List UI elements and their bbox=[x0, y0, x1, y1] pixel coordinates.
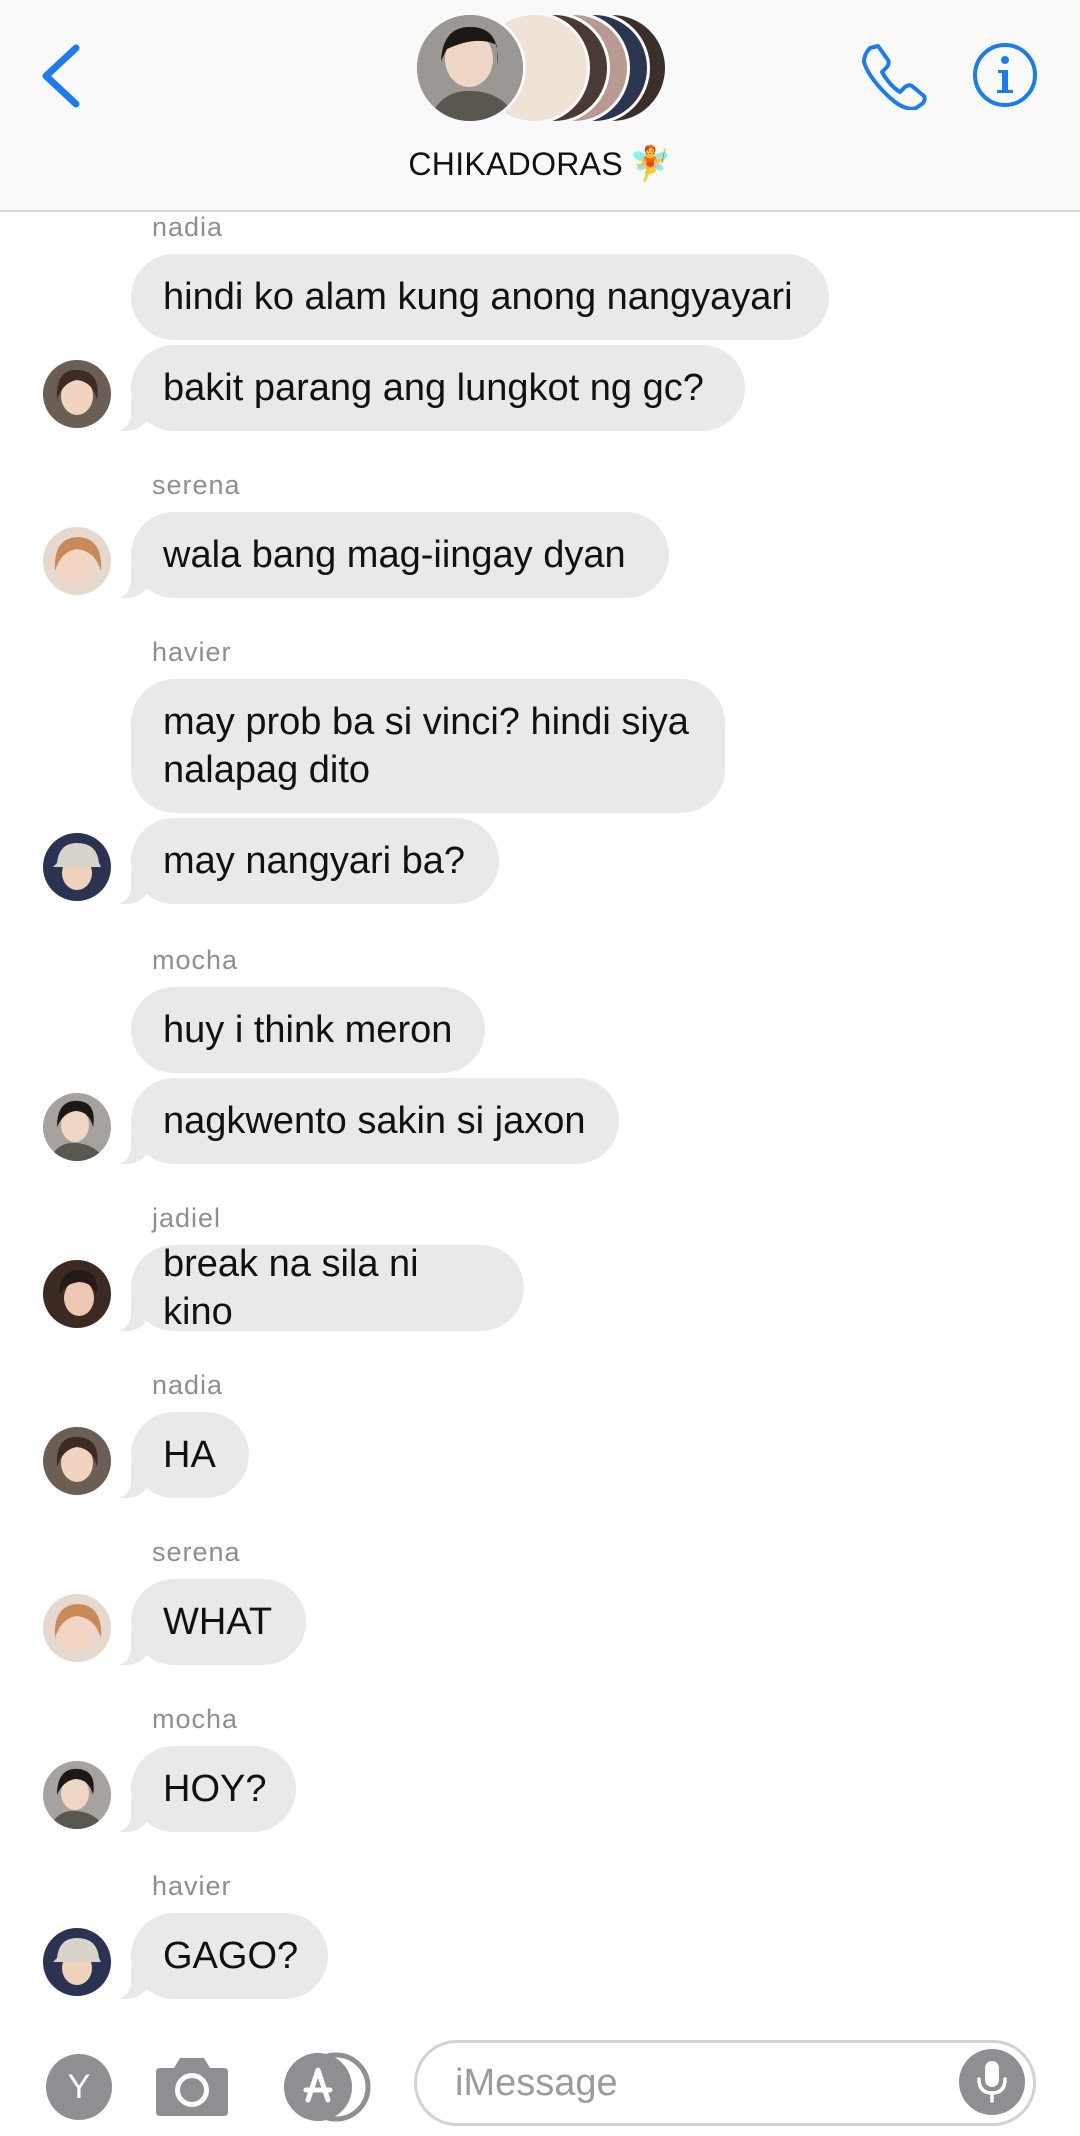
phone-icon bbox=[862, 44, 927, 111]
message-bubble[interactable]: HA bbox=[101, 1412, 249, 1499]
group-name: CHIKADORAS bbox=[408, 146, 623, 182]
call-button[interactable] bbox=[860, 40, 930, 111]
conversation-header: CHIKADORAS 🧚 bbox=[0, 0, 1080, 212]
avatar[interactable] bbox=[43, 833, 111, 901]
dictation-button[interactable] bbox=[959, 2049, 1025, 2115]
sender-name: serena bbox=[152, 1537, 241, 1567]
message-bubble[interactable]: break na sila ni kino bbox=[101, 1243, 524, 1333]
avatar[interactable] bbox=[43, 1928, 111, 1996]
message-bubble[interactable]: GAGO? bbox=[101, 1913, 328, 2000]
sender-name: havier bbox=[152, 637, 232, 667]
app-shortcut-letter: Y bbox=[67, 2067, 91, 2106]
fairy-emoji: 🧚 bbox=[628, 145, 672, 183]
avatar[interactable] bbox=[43, 1594, 111, 1662]
compose-bar: Y iMessage bbox=[0, 2022, 1080, 2136]
app-store-button[interactable] bbox=[282, 2052, 374, 2122]
message-placeholder: iMessage bbox=[455, 2062, 618, 2104]
info-icon bbox=[973, 43, 1037, 107]
message-bubble[interactable]: bakit parang ang lungkot ng gc? bbox=[101, 345, 745, 432]
info-button[interactable] bbox=[972, 42, 1038, 108]
sender-name: serena bbox=[152, 470, 241, 500]
avatar[interactable] bbox=[43, 1761, 111, 1829]
message-list[interactable]: nadia hindi ko alam kung anong nangyayar… bbox=[0, 212, 1080, 2022]
sender-name: nadia bbox=[152, 212, 224, 242]
message-input[interactable]: iMessage bbox=[414, 2040, 1036, 2126]
avatar[interactable] bbox=[43, 527, 111, 595]
avatar[interactable] bbox=[43, 1260, 111, 1328]
sender-name: havier bbox=[152, 1871, 232, 1901]
message-bubble[interactable]: HOY? bbox=[101, 1746, 296, 1833]
group-title[interactable]: CHIKADORAS 🧚 bbox=[0, 144, 1080, 184]
group-avatars[interactable] bbox=[414, 12, 674, 124]
message-bubble[interactable]: may prob ba si vinci? hindi siya nalapag… bbox=[131, 679, 725, 813]
camera-button[interactable] bbox=[154, 2052, 230, 2118]
camera-icon bbox=[156, 2058, 228, 2116]
avatar[interactable] bbox=[43, 360, 111, 428]
sender-name: jadiel bbox=[152, 1203, 222, 1233]
sender-name: nadia bbox=[152, 1370, 224, 1400]
message-bubble[interactable]: WHAT bbox=[101, 1579, 306, 1666]
sender-name: mocha bbox=[152, 1704, 239, 1734]
sender-name: mocha bbox=[152, 945, 239, 975]
microphone-icon bbox=[977, 2061, 1007, 2103]
app-shortcut-button[interactable]: Y bbox=[46, 2054, 112, 2120]
message-bubble[interactable]: hindi ko alam kung anong nangyayari bbox=[131, 254, 829, 340]
avatar[interactable] bbox=[43, 1427, 111, 1495]
message-bubble[interactable]: may nangyari ba? bbox=[101, 818, 499, 905]
member-avatar bbox=[414, 12, 526, 124]
avatar[interactable] bbox=[43, 1093, 111, 1161]
chevron-left-icon bbox=[42, 44, 80, 108]
message-bubble[interactable]: huy i think meron bbox=[131, 987, 485, 1073]
back-button[interactable] bbox=[34, 40, 94, 110]
app-store-icon bbox=[284, 2052, 371, 2122]
message-bubble[interactable]: wala bang mag-iingay dyan bbox=[101, 512, 669, 599]
message-bubble[interactable]: nagkwento sakin si jaxon bbox=[101, 1078, 619, 1165]
